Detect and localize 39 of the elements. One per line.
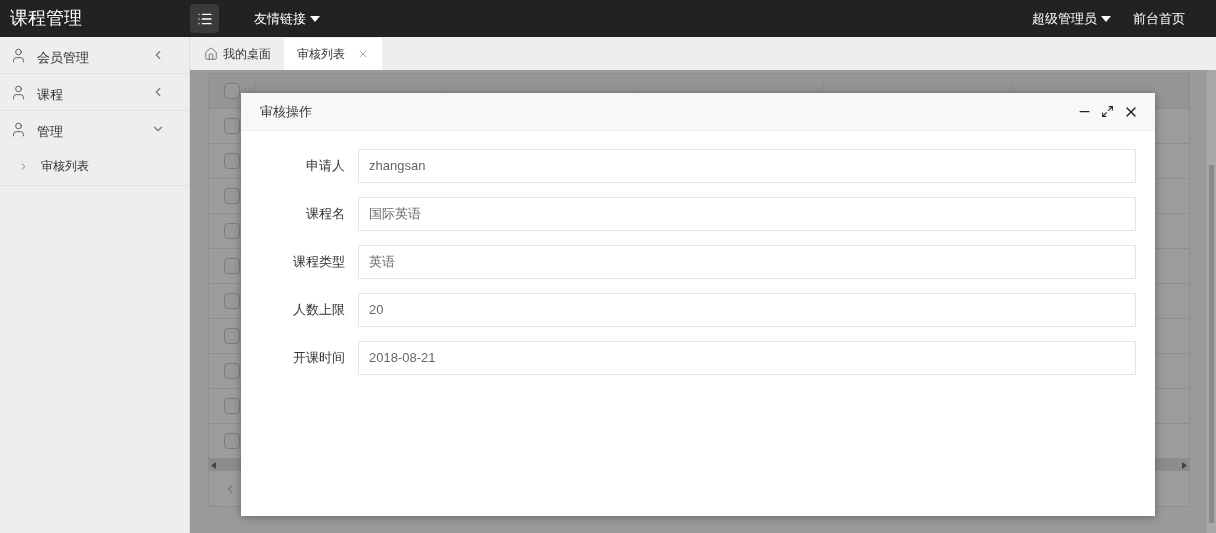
checkbox[interactable]: [224, 433, 240, 449]
field-label: 课程类型: [292, 253, 345, 272]
checkbox[interactable]: [224, 258, 240, 274]
field-label: 开课时间: [292, 349, 345, 368]
user-menu[interactable]: 超级管理员: [1032, 8, 1111, 29]
field-label: 人数上限: [292, 301, 345, 320]
input-field[interactable]: 英语: [358, 245, 1136, 279]
dialog-title: 审核操作: [260, 102, 313, 121]
maximize-icon[interactable]: [1101, 105, 1114, 118]
checkbox[interactable]: [224, 118, 240, 134]
checkbox[interactable]: [224, 398, 240, 414]
tab[interactable]: 审核列表: [284, 38, 382, 70]
caret-icon: [1101, 15, 1111, 22]
menu-toggle-button[interactable]: [190, 4, 219, 33]
field-label: 课程名: [305, 205, 345, 224]
scroll-right-icon[interactable]: [1182, 461, 1187, 469]
user-icon: [10, 83, 27, 101]
checkbox[interactable]: [224, 83, 240, 99]
checkbox[interactable]: [224, 153, 240, 169]
caret-icon: [310, 15, 320, 22]
links-menu[interactable]: 友情链接: [254, 8, 320, 29]
input-field[interactable]: zhangsan: [358, 149, 1136, 183]
field-label: 申请人: [305, 157, 345, 176]
checkbox[interactable]: [224, 188, 240, 204]
scroll-left-icon[interactable]: [211, 461, 216, 469]
checkbox[interactable]: [224, 223, 240, 239]
vertical-scrollbar[interactable]: [1207, 70, 1216, 533]
input-field[interactable]: 20: [358, 293, 1136, 327]
app-title: 课程管理: [9, 7, 83, 30]
input-field[interactable]: 2018-08-21: [358, 341, 1136, 375]
checkbox[interactable]: [224, 293, 240, 309]
checkbox[interactable]: [224, 328, 240, 344]
sidebar-subitem[interactable]: 审核列表: [0, 147, 189, 185]
checkbox[interactable]: [224, 363, 240, 379]
home-link[interactable]: 前台首页: [1133, 8, 1185, 29]
user-icon: [10, 120, 27, 138]
home-icon: [204, 47, 218, 61]
input-field[interactable]: 国际英语: [358, 197, 1136, 231]
user-icon: [10, 46, 27, 64]
